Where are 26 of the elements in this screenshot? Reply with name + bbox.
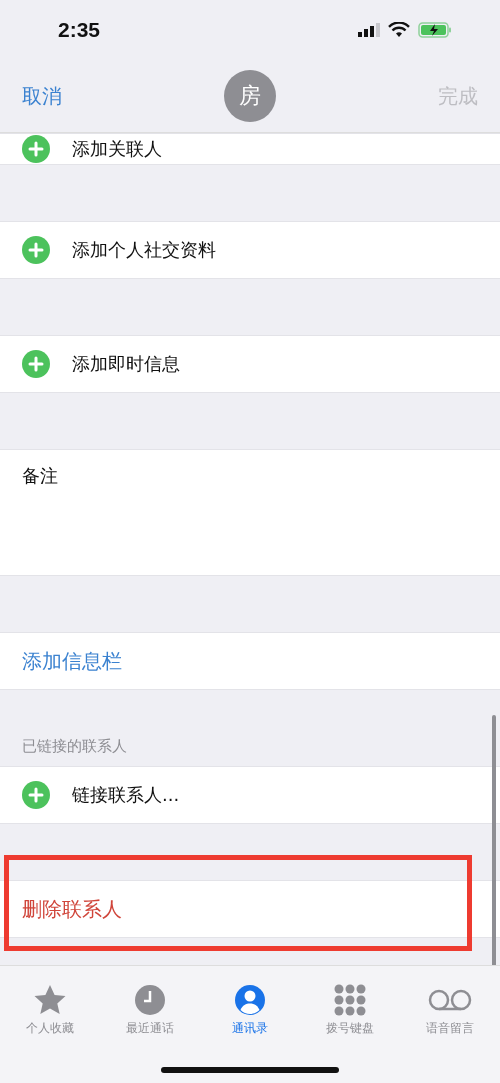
row-label[interactable]: 添加即时信息 xyxy=(72,352,180,376)
signal-icon xyxy=(358,23,380,37)
tab-item[interactable]: 拨号键盘 xyxy=(305,984,395,1083)
clock-icon xyxy=(134,984,166,1016)
row-label[interactable]: 添加关联人 xyxy=(72,137,162,161)
add-icon[interactable] xyxy=(22,350,50,378)
star-icon xyxy=(33,984,67,1016)
row-label[interactable]: 链接联系人... xyxy=(72,783,180,807)
battery-charging-icon xyxy=(418,22,452,38)
status-time: 2:35 xyxy=(58,18,101,42)
wifi-icon xyxy=(388,22,410,38)
add-icon[interactable] xyxy=(22,781,50,809)
contact-avatar[interactable]: 房 xyxy=(224,70,276,122)
delete-contact-button[interactable]: 删除联系人 xyxy=(22,895,122,923)
person-icon xyxy=(234,984,266,1016)
add-field-button[interactable]: 添加信息栏 xyxy=(22,647,122,675)
add-icon[interactable] xyxy=(22,236,50,264)
keypad-icon xyxy=(334,984,366,1016)
cancel-button[interactable]: 取消 xyxy=(22,82,62,110)
tab-item[interactable]: 语音留言 xyxy=(405,984,495,1083)
tab-item[interactable]: 最近通话 xyxy=(105,984,195,1083)
tab-item[interactable]: 个人收藏 xyxy=(5,984,95,1083)
add-icon[interactable] xyxy=(22,135,50,163)
row-label[interactable]: 添加个人社交资料 xyxy=(72,238,216,262)
section-header: 已链接的联系人 xyxy=(22,737,127,756)
notes-label: 备注 xyxy=(22,464,58,488)
